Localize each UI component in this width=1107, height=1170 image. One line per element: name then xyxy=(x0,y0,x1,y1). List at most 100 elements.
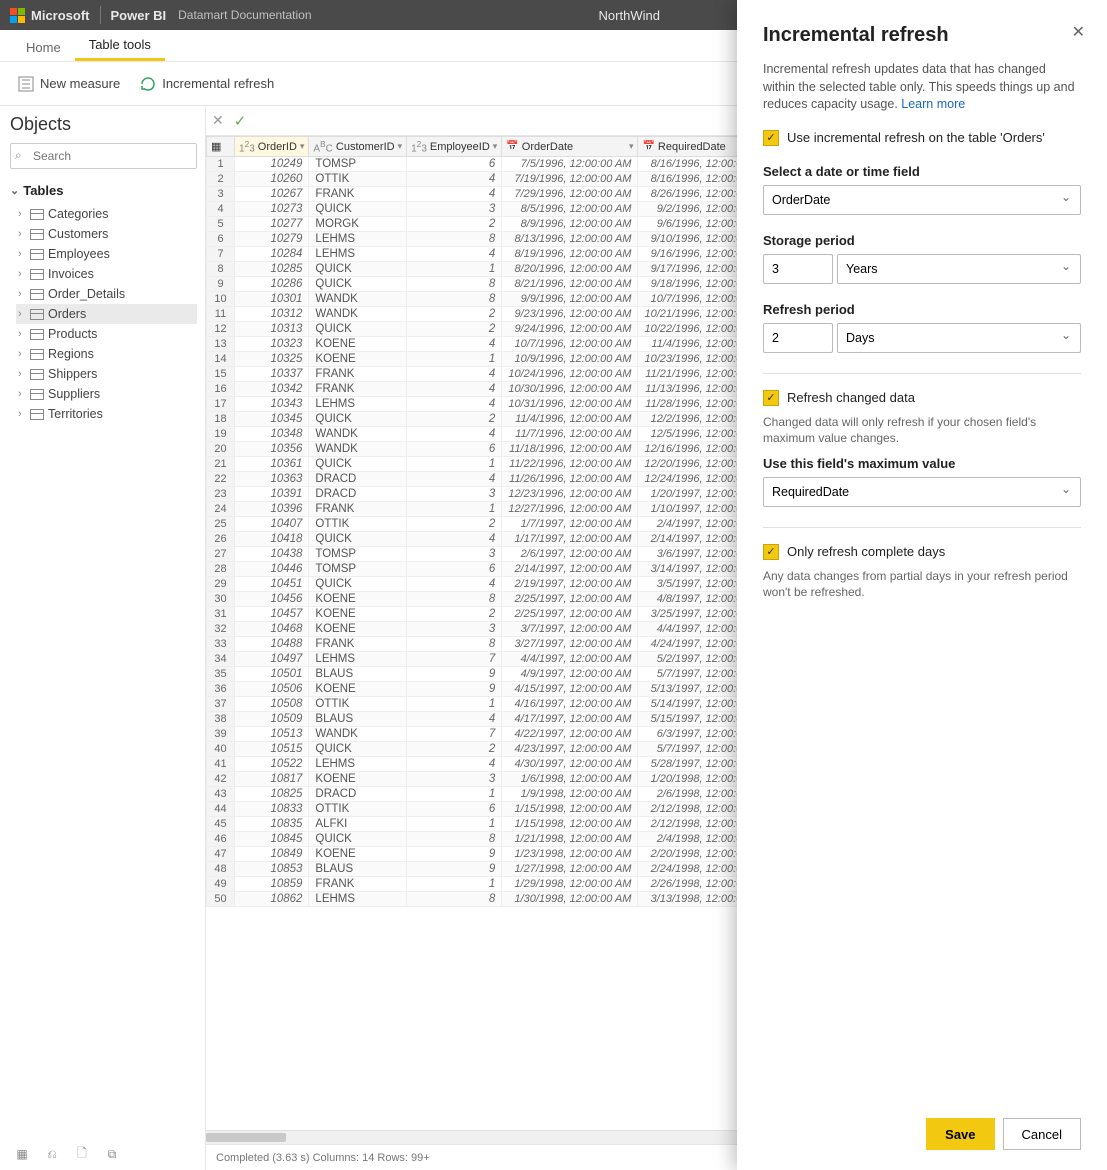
query-view-icon[interactable]: 🗋 xyxy=(74,1146,90,1162)
storage-number-input[interactable] xyxy=(763,254,833,284)
complete-days-checkbox[interactable]: ✓ xyxy=(763,544,779,560)
sidebar-item-order_details[interactable]: Order_Details xyxy=(16,284,197,304)
table-row[interactable]: 3810509BLAUS44/17/1997, 12:00:00 AM5/15/… xyxy=(207,712,823,727)
tables-group[interactable]: Tables xyxy=(10,183,197,198)
table-row[interactable]: 110249TOMSP67/5/1996, 12:00:00 AM8/16/19… xyxy=(207,157,823,172)
refresh-changed-checkbox[interactable]: ✓ xyxy=(763,390,779,406)
refresh-label: Refresh period xyxy=(763,302,1081,317)
objects-pane: Objects ⌕ Tables CategoriesCustomersEmpl… xyxy=(0,106,206,1170)
close-icon[interactable]: ✕ xyxy=(1072,22,1085,42)
sidebar-item-shippers[interactable]: Shippers xyxy=(16,364,197,384)
table-row[interactable]: 2710438TOMSP32/6/1997, 12:00:00 AM3/6/19… xyxy=(207,547,823,562)
cancel-icon[interactable]: ✕ xyxy=(212,112,224,129)
sidebar-item-products[interactable]: Products xyxy=(16,324,197,344)
data-grid[interactable]: ▦123OrderID▾ABCCustomerID▾123EmployeeID▾… xyxy=(206,136,823,907)
learn-more-link[interactable]: Learn more xyxy=(901,97,965,111)
table-row[interactable]: 2610418QUICK41/17/1997, 12:00:00 AM2/14/… xyxy=(207,532,823,547)
use-incremental-checkbox[interactable]: ✓ xyxy=(763,130,779,146)
table-row[interactable]: 3510501BLAUS94/9/1997, 12:00:00 AM5/7/19… xyxy=(207,667,823,682)
table-row[interactable]: 3610506KOENE94/15/1997, 12:00:00 AM5/13/… xyxy=(207,682,823,697)
new-measure-button[interactable]: New measure xyxy=(18,76,120,92)
table-row[interactable]: 3210468KOENE33/7/1997, 12:00:00 AM4/4/19… xyxy=(207,622,823,637)
col-header-employeeid[interactable]: 123EmployeeID▾ xyxy=(407,137,502,157)
table-row[interactable]: 2210363DRACD411/26/1996, 12:00:00 AM12/2… xyxy=(207,472,823,487)
sidebar-item-invoices[interactable]: Invoices xyxy=(16,264,197,284)
model-view-icon[interactable]: ⎌ xyxy=(44,1146,60,1162)
save-button[interactable]: Save xyxy=(926,1118,994,1150)
table-row[interactable]: 2910451QUICK42/19/1997, 12:00:00 AM3/5/1… xyxy=(207,577,823,592)
table-row[interactable]: 4510835ALFKI11/15/1998, 12:00:00 AM2/12/… xyxy=(207,817,823,832)
table-row[interactable]: 1610342FRANK410/30/1996, 12:00:00 AM11/1… xyxy=(207,382,823,397)
col-header-customerid[interactable]: ABCCustomerID▾ xyxy=(309,137,407,157)
table-icon xyxy=(30,269,44,280)
refresh-unit-select[interactable] xyxy=(837,323,1081,353)
relations-view-icon[interactable]: ⧉ xyxy=(104,1146,120,1162)
table-row[interactable]: 1810345QUICK211/4/1996, 12:00:00 AM12/2/… xyxy=(207,412,823,427)
commit-icon[interactable]: ✓ xyxy=(234,112,247,130)
table-row[interactable]: 4610845QUICK81/21/1998, 12:00:00 AM2/4/1… xyxy=(207,832,823,847)
table-row[interactable]: 3910513WANDK74/22/1997, 12:00:00 AM6/3/1… xyxy=(207,727,823,742)
table-row[interactable]: 3710508OTTIK14/16/1997, 12:00:00 AM5/14/… xyxy=(207,697,823,712)
table-row[interactable]: 3410497LEHMS74/4/1997, 12:00:00 AM5/2/19… xyxy=(207,652,823,667)
tab-table-tools[interactable]: Table tools xyxy=(75,31,165,61)
table-icon xyxy=(30,229,44,240)
table-row[interactable]: 2310391DRACD312/23/1996, 12:00:00 AM1/20… xyxy=(207,487,823,502)
table-row[interactable]: 4910859FRANK11/29/1998, 12:00:00 AM2/26/… xyxy=(207,877,823,892)
tab-home[interactable]: Home xyxy=(12,34,75,61)
cancel-button[interactable]: Cancel xyxy=(1003,1118,1081,1150)
table-row[interactable]: 1310323KOENE410/7/1996, 12:00:00 AM11/4/… xyxy=(207,337,823,352)
table-row[interactable]: 710284LEHMS48/19/1996, 12:00:00 AM9/16/1… xyxy=(207,247,823,262)
table-row[interactable]: 5010862LEHMS81/30/1998, 12:00:00 AM3/13/… xyxy=(207,892,823,907)
refresh-changed-desc: Changed data will only refresh if your c… xyxy=(763,414,1081,446)
refresh-number-input[interactable] xyxy=(763,323,833,353)
table-row[interactable]: 3110457KOENE22/25/1997, 12:00:00 AM3/25/… xyxy=(207,607,823,622)
table-row[interactable]: 1710343LEHMS410/31/1996, 12:00:00 AM11/2… xyxy=(207,397,823,412)
date-field-select[interactable] xyxy=(763,185,1081,215)
sidebar-item-regions[interactable]: Regions xyxy=(16,344,197,364)
table-row[interactable]: 910286QUICK88/21/1996, 12:00:00 AM9/18/1… xyxy=(207,277,823,292)
storage-unit-select[interactable] xyxy=(837,254,1081,284)
table-row[interactable]: 310267FRANK47/29/1996, 12:00:00 AM8/26/1… xyxy=(207,187,823,202)
table-row[interactable]: 2410396FRANK112/27/1996, 12:00:00 AM1/10… xyxy=(207,502,823,517)
sidebar-item-customers[interactable]: Customers xyxy=(16,224,197,244)
table-row[interactable]: 2510407OTTIK21/7/1997, 12:00:00 AM2/4/19… xyxy=(207,517,823,532)
search-input[interactable] xyxy=(10,143,197,169)
table-row[interactable]: 410273QUICK38/5/1996, 12:00:00 AM9/2/199… xyxy=(207,202,823,217)
table-row[interactable]: 510277MORGK28/9/1996, 12:00:00 AM9/6/199… xyxy=(207,217,823,232)
incremental-refresh-button[interactable]: Incremental refresh xyxy=(140,76,274,92)
table-row[interactable]: 4010515QUICK24/23/1997, 12:00:00 AM5/7/1… xyxy=(207,742,823,757)
col-header-orderdate[interactable]: 📅OrderDate▾ xyxy=(502,137,638,157)
sidebar-item-suppliers[interactable]: Suppliers xyxy=(16,384,197,404)
table-row[interactable]: 210260OTTIK47/19/1996, 12:00:00 AM8/16/1… xyxy=(207,172,823,187)
table-row[interactable]: 2110361QUICK111/22/1996, 12:00:00 AM12/2… xyxy=(207,457,823,472)
measure-icon xyxy=(18,76,34,92)
max-field-select[interactable] xyxy=(763,477,1081,507)
table-row[interactable]: 810285QUICK18/20/1996, 12:00:00 AM9/17/1… xyxy=(207,262,823,277)
table-row[interactable]: 1010301WANDK89/9/1996, 12:00:00 AM10/7/1… xyxy=(207,292,823,307)
table-row[interactable]: 2010356WANDK611/18/1996, 12:00:00 AM12/1… xyxy=(207,442,823,457)
sidebar-item-employees[interactable]: Employees xyxy=(16,244,197,264)
data-view-icon[interactable]: ▦ xyxy=(14,1146,30,1162)
table-row[interactable]: 1510337FRANK410/24/1996, 12:00:00 AM11/2… xyxy=(207,367,823,382)
complete-days-desc: Any data changes from partial days in yo… xyxy=(763,568,1081,600)
table-row[interactable]: 3310488FRANK83/27/1997, 12:00:00 AM4/24/… xyxy=(207,637,823,652)
sidebar-item-orders[interactable]: Orders xyxy=(16,304,197,324)
sidebar-item-categories[interactable]: Categories xyxy=(16,204,197,224)
table-icon xyxy=(30,209,44,220)
table-row[interactable]: 1410325KOENE110/9/1996, 12:00:00 AM10/23… xyxy=(207,352,823,367)
table-row[interactable]: 4310825DRACD11/9/1998, 12:00:00 AM2/6/19… xyxy=(207,787,823,802)
table-row[interactable]: 4410833OTTIK61/15/1998, 12:00:00 AM2/12/… xyxy=(207,802,823,817)
table-row[interactable]: 4810853BLAUS91/27/1998, 12:00:00 AM2/24/… xyxy=(207,862,823,877)
table-row[interactable]: 610279LEHMS88/13/1996, 12:00:00 AM9/10/1… xyxy=(207,232,823,247)
table-row[interactable]: 3010456KOENE82/25/1997, 12:00:00 AM4/8/1… xyxy=(207,592,823,607)
refresh-changed-label: Refresh changed data xyxy=(787,390,915,405)
table-row[interactable]: 2810446TOMSP62/14/1997, 12:00:00 AM3/14/… xyxy=(207,562,823,577)
col-header-orderid[interactable]: 123OrderID▾ xyxy=(235,137,309,157)
table-row[interactable]: 4210817KOENE31/6/1998, 12:00:00 AM1/20/1… xyxy=(207,772,823,787)
sidebar-item-territories[interactable]: Territories xyxy=(16,404,197,424)
table-row[interactable]: 1910348WANDK411/7/1996, 12:00:00 AM12/5/… xyxy=(207,427,823,442)
table-row[interactable]: 4110522LEHMS44/30/1997, 12:00:00 AM5/28/… xyxy=(207,757,823,772)
table-row[interactable]: 1210313QUICK29/24/1996, 12:00:00 AM10/22… xyxy=(207,322,823,337)
table-row[interactable]: 1110312WANDK29/23/1996, 12:00:00 AM10/21… xyxy=(207,307,823,322)
table-row[interactable]: 4710849KOENE91/23/1998, 12:00:00 AM2/20/… xyxy=(207,847,823,862)
